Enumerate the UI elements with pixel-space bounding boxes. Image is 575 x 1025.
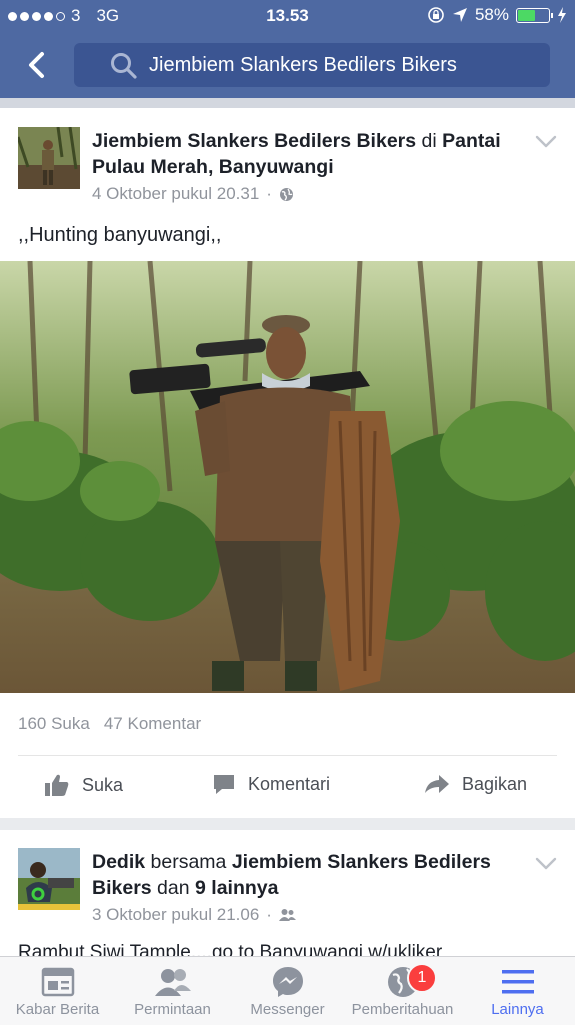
tab-notifications[interactable]: 1 Pemberitahuan bbox=[345, 963, 460, 1018]
meta-separator: · bbox=[266, 905, 272, 924]
feed-post: Jiembiem Slankers Bedilers Bikers di Pan… bbox=[0, 108, 575, 818]
search-icon bbox=[111, 53, 137, 79]
post-connector: di bbox=[421, 130, 437, 152]
post-author-link[interactable]: Dedik bbox=[92, 851, 145, 873]
tab-news-feed[interactable]: Kabar Berita bbox=[0, 963, 115, 1018]
like-label: Suka bbox=[82, 774, 124, 795]
avatar[interactable] bbox=[18, 848, 80, 910]
avatar[interactable] bbox=[18, 127, 80, 189]
share-button[interactable]: Bagikan bbox=[424, 773, 527, 795]
post-actions: Suka Komentari Bagikan bbox=[0, 756, 575, 816]
post-photo[interactable] bbox=[0, 261, 575, 693]
reaction-counts: 160 Suka 47 Komentar bbox=[18, 714, 201, 734]
share-icon bbox=[425, 775, 449, 793]
comment-button[interactable]: Komentari bbox=[212, 773, 330, 795]
app-header: 3 3G 13.53 58% Jiembiem Slankers Bediler… bbox=[0, 0, 575, 98]
battery-percent: 58% bbox=[474, 5, 509, 24]
share-label: Bagikan bbox=[462, 773, 528, 794]
others-link[interactable]: 9 lainnya bbox=[195, 877, 278, 899]
tab-label: Permintaan bbox=[134, 1001, 211, 1018]
post-connector-and: dan bbox=[157, 877, 190, 899]
like-button[interactable]: Suka bbox=[44, 773, 123, 797]
post-connector: bersama bbox=[150, 851, 227, 873]
tab-friend-requests[interactable]: Permintaan bbox=[115, 963, 230, 1018]
charging-icon bbox=[558, 7, 566, 23]
avatar-image bbox=[18, 848, 80, 910]
messenger-icon bbox=[272, 967, 303, 997]
chevron-down-icon[interactable] bbox=[535, 135, 557, 149]
feed-post: Dedik bersama Jiembiem Slankers Bedilers… bbox=[0, 830, 575, 963]
photo-content bbox=[0, 261, 575, 693]
search-field[interactable]: Jiembiem Slankers Bedilers Bikers bbox=[74, 43, 550, 87]
rotation-lock-icon bbox=[428, 7, 444, 23]
friends-privacy-icon bbox=[278, 909, 296, 921]
menu-icon bbox=[501, 970, 534, 994]
back-button[interactable] bbox=[20, 48, 54, 82]
friends-icon bbox=[154, 969, 191, 996]
tab-label: Pemberitahuan bbox=[351, 1001, 454, 1018]
location-arrow-icon bbox=[452, 8, 467, 22]
tab-more[interactable]: Lainnya bbox=[460, 963, 575, 1018]
post-text: ,,Hunting banyuwangi,, bbox=[18, 224, 222, 246]
tab-messenger[interactable]: Messenger bbox=[230, 963, 345, 1018]
tab-label: Lainnya bbox=[491, 1001, 544, 1018]
post-author-link[interactable]: Jiembiem Slankers Bedilers Bikers bbox=[92, 130, 416, 152]
status-bar: 3 3G 13.53 58% bbox=[0, 0, 575, 32]
chevron-left-icon bbox=[29, 52, 44, 78]
post-timestamp[interactable]: 3 Oktober pukul 21.06 bbox=[92, 905, 259, 925]
tab-label: Kabar Berita bbox=[15, 1001, 100, 1018]
tab-label: Messenger bbox=[250, 1001, 325, 1018]
header-separator bbox=[0, 98, 575, 108]
battery-icon bbox=[516, 7, 553, 23]
bottom-tab-bar: Kabar Berita Permintaan Messenger 1 Pemb… bbox=[0, 956, 575, 1025]
globe-privacy-icon bbox=[279, 187, 293, 201]
post-timestamp[interactable]: 4 Oktober pukul 20.31 bbox=[92, 184, 259, 204]
avatar-image bbox=[18, 127, 80, 189]
comment-count[interactable]: 47 Komentar bbox=[104, 714, 201, 733]
notification-badge: 1 bbox=[407, 963, 437, 993]
thumbs-up-icon bbox=[45, 774, 69, 796]
search-query: Jiembiem Slankers Bedilers Bikers bbox=[149, 54, 457, 76]
like-count[interactable]: 160 Suka bbox=[18, 714, 90, 733]
chevron-down-icon[interactable] bbox=[535, 857, 557, 871]
news-feed-icon bbox=[41, 967, 74, 997]
comment-label: Komentari bbox=[248, 773, 331, 794]
meta-separator: · bbox=[266, 184, 272, 203]
comment-icon bbox=[214, 775, 234, 794]
